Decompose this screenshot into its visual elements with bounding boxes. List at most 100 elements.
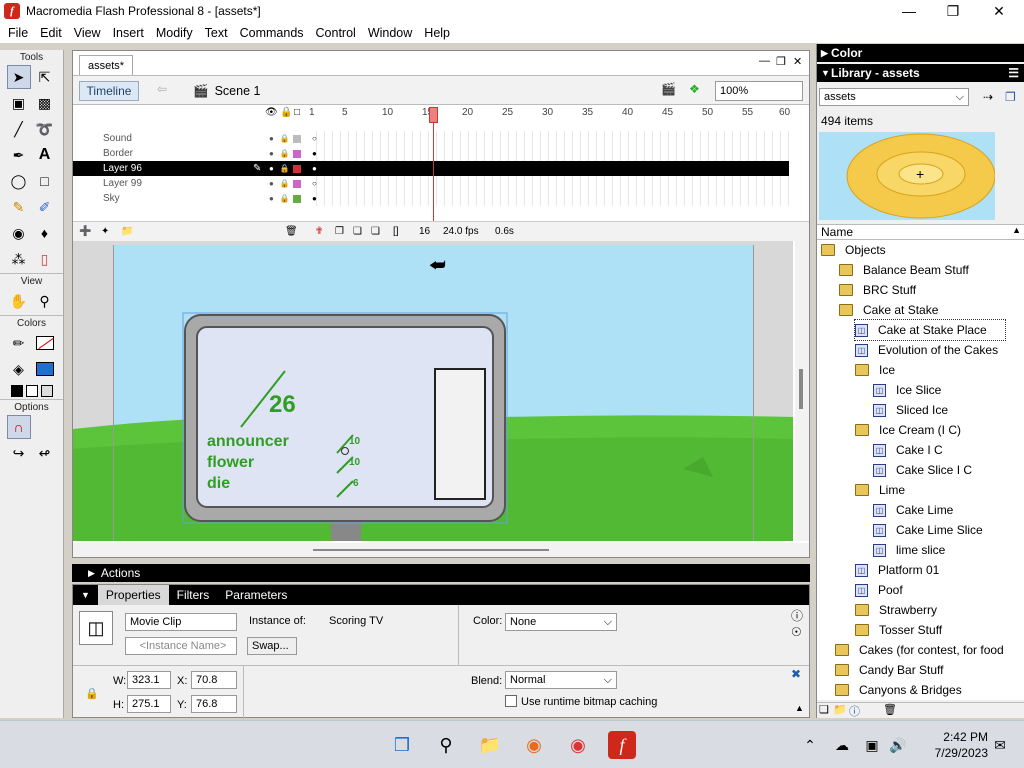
tab-filters[interactable]: Filters — [169, 588, 218, 602]
library-document-select[interactable]: assets ⌵ — [819, 88, 969, 106]
add-guide-layer-icon[interactable]: ✦ — [101, 226, 109, 237]
library-item[interactable]: ◫ Cake Slice I C — [873, 460, 972, 480]
edit-scene-icon[interactable]: 🎬 — [661, 82, 676, 96]
menu-control[interactable]: Control — [310, 26, 362, 40]
properties-icon[interactable]: ⓘ — [849, 703, 860, 719]
smooth-icon[interactable]: ↪ — [7, 441, 31, 465]
library-item[interactable]: ◫ Cake Lime — [873, 500, 953, 520]
library-item[interactable]: Strawberry — [855, 600, 937, 620]
frame-rate[interactable]: 24.0 fps — [443, 226, 479, 237]
edit-options-icon[interactable]: ☉ — [791, 625, 802, 639]
menu-window[interactable]: Window — [362, 26, 418, 40]
tab-properties[interactable]: Properties — [97, 585, 169, 605]
flash-taskbar-icon[interactable]: f — [608, 731, 636, 759]
help-icon[interactable]: ⓘ — [791, 607, 803, 624]
library-item[interactable]: ◫ lime slice — [873, 540, 945, 560]
library-panel-header[interactable]: ▼ Library - assets ☰ — [817, 64, 1024, 82]
doc-minimize-icon[interactable]: — — [759, 55, 770, 67]
notifications-icon[interactable]: ✉ — [986, 731, 1014, 759]
show-hidden-icons-icon[interactable]: ⌃ — [796, 731, 824, 759]
height-input[interactable]: 275.1 — [127, 695, 171, 713]
zoom-tool-icon[interactable]: ⚲ — [33, 289, 57, 313]
menu-commands[interactable]: Commands — [234, 26, 310, 40]
stage-hscroll[interactable] — [73, 543, 809, 557]
blend-select[interactable]: Normal ⌵ — [505, 671, 617, 689]
swap-colors-icon[interactable] — [40, 385, 53, 397]
windows-start-icon[interactable]: ❒ — [388, 731, 416, 759]
stage-vscroll[interactable] — [795, 241, 809, 541]
gradient-transform-tool-icon[interactable]: ▩ — [33, 91, 57, 115]
volume-icon[interactable]: 🔊 — [884, 731, 912, 759]
stage-area[interactable]: 26 announcer flower die 10 10 6 ⮨ — [73, 241, 793, 541]
library-item[interactable]: Balance Beam Stuff — [839, 260, 969, 280]
pencil-tool-icon[interactable]: ✎ — [7, 195, 31, 219]
selection-tool-icon[interactable]: ➤ — [6, 65, 31, 89]
oval-tool-icon[interactable]: ◯ — [7, 169, 31, 193]
no-color-icon[interactable] — [25, 385, 38, 397]
brush-tool-icon[interactable]: ✐ — [33, 195, 57, 219]
line-tool-icon[interactable]: ╱ — [7, 117, 31, 141]
library-item[interactable]: ◫ Poof — [855, 580, 903, 600]
width-input[interactable]: 323.1 — [127, 671, 171, 689]
firefox-icon[interactable]: ◉ — [520, 731, 548, 759]
library-item[interactable]: ◫ Ice Slice — [873, 380, 941, 400]
layer-row-layer96[interactable]: Layer 96 ✎ ●🔒 — [73, 161, 313, 176]
frames-row-border[interactable]: ● — [309, 146, 789, 161]
chrome-icon[interactable]: ◉ — [564, 731, 592, 759]
network-icon[interactable]: ☁ — [828, 731, 856, 759]
new-library-panel-icon[interactable]: ❐ — [1005, 90, 1016, 104]
new-folder-icon[interactable]: 📁 — [833, 703, 847, 716]
panel-menu-icon[interactable]: ☰ — [1008, 66, 1019, 80]
menu-help[interactable]: Help — [418, 26, 456, 40]
pin-library-icon[interactable]: ⇢ — [983, 90, 993, 104]
x-input[interactable]: 70.8 — [191, 671, 237, 689]
layer-row-sound[interactable]: Sound ●🔒 — [73, 131, 313, 146]
menu-file[interactable]: File — [2, 26, 34, 40]
library-item[interactable]: Objects — [821, 240, 886, 260]
library-item[interactable]: Tosser Stuff — [855, 620, 942, 640]
instance-name-input[interactable]: <Instance Name> — [125, 637, 237, 655]
fill-color-swatch[interactable] — [33, 357, 57, 381]
library-item[interactable]: Ice Cream (I C) — [855, 420, 961, 440]
library-item[interactable]: ◫ Cake I C — [873, 440, 943, 460]
actions-panel-header[interactable]: ▶ Actions — [72, 564, 810, 582]
snap-magnet-icon[interactable]: ∩ — [6, 415, 31, 439]
library-item[interactable]: ◫ Evolution of the Cakes — [855, 340, 998, 360]
frames-row-sky[interactable]: ● — [309, 191, 789, 206]
close-button[interactable]: ✕ — [976, 0, 1022, 22]
pen-tool-icon[interactable]: ✒ — [7, 143, 31, 167]
insert-folder-icon[interactable]: 📁 — [121, 226, 133, 237]
eraser-tool-icon[interactable]: ▯ — [33, 247, 57, 271]
outline-icon[interactable]: □ — [294, 107, 300, 118]
frames-row-layer99[interactable]: ○ — [309, 176, 789, 191]
library-item[interactable]: ◫ Cake at Stake Place — [854, 319, 1006, 341]
sort-arrow-icon[interactable]: ▲ — [1012, 225, 1021, 235]
lock-proportions-icon[interactable]: 🔒 — [85, 687, 99, 700]
library-item[interactable]: Cake at Stake — [839, 300, 938, 320]
menu-modify[interactable]: Modify — [150, 26, 199, 40]
stroke-color-icon[interactable]: ✏ — [7, 331, 31, 355]
layer-row-sky[interactable]: Sky ●🔒 — [73, 191, 313, 206]
insert-layer-icon[interactable]: ➕ — [79, 226, 91, 237]
search-icon[interactable]: ⚲ — [432, 731, 460, 759]
rectangle-tool-icon[interactable]: □ — [33, 169, 57, 193]
maximize-button[interactable]: ❐ — [930, 0, 976, 22]
layer-row-layer99[interactable]: Layer 99 ●🔒 — [73, 176, 313, 191]
playhead[interactable] — [429, 107, 438, 123]
menu-insert[interactable]: Insert — [107, 26, 150, 40]
fill-color-icon[interactable]: ◈ — [7, 357, 31, 381]
doc-restore-icon[interactable]: ❐ — [776, 55, 786, 68]
frames-row-layer96[interactable]: ● — [309, 161, 789, 176]
back-arrow-icon[interactable]: ⇦ — [157, 82, 167, 96]
zoom-select[interactable]: 100% — [715, 81, 803, 101]
modify-onion-markers-icon[interactable]: [] — [393, 226, 399, 237]
document-tab[interactable]: assets* — [79, 55, 134, 75]
library-name-column-header[interactable]: Name ▲ — [817, 224, 1024, 240]
layer-color-swatch[interactable] — [293, 134, 301, 143]
color-panel-header[interactable]: ▶ Color — [817, 44, 1024, 62]
collapse-arrow-icon[interactable]: ▼ — [73, 590, 98, 600]
display-icon[interactable]: ▣ — [858, 731, 886, 759]
accessibility-icon[interactable]: ✖ — [791, 667, 801, 681]
color-effect-select[interactable]: None ⌵ — [505, 613, 617, 631]
menu-view[interactable]: View — [68, 26, 107, 40]
